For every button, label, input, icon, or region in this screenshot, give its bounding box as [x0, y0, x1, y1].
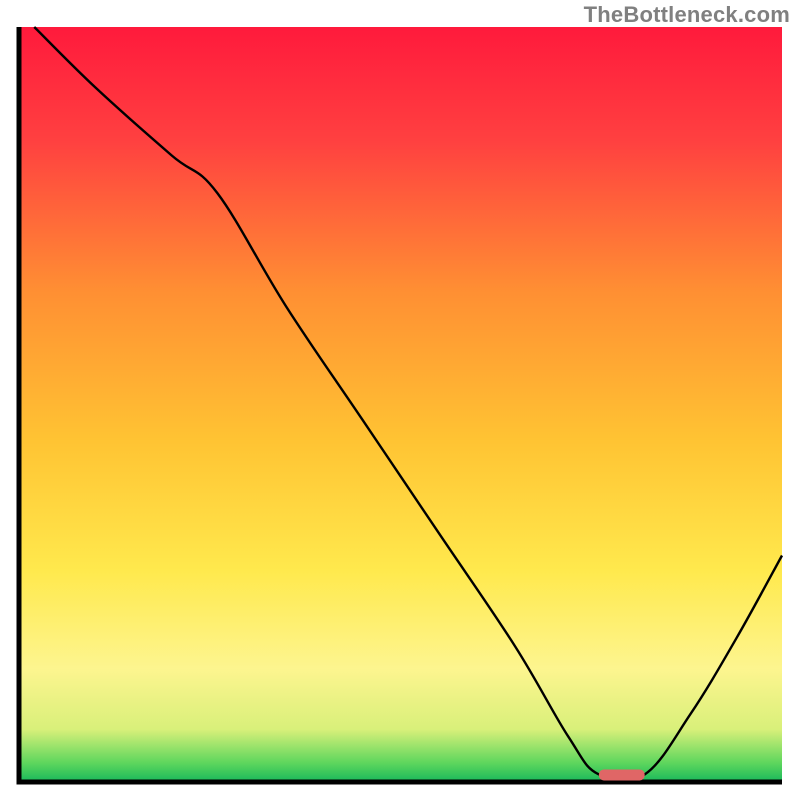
bottleneck-chart [0, 0, 800, 800]
watermark-text: TheBottleneck.com [584, 2, 790, 28]
chart-container: TheBottleneck.com [0, 0, 800, 800]
optimum-marker [599, 769, 645, 780]
gradient-background [19, 27, 782, 782]
